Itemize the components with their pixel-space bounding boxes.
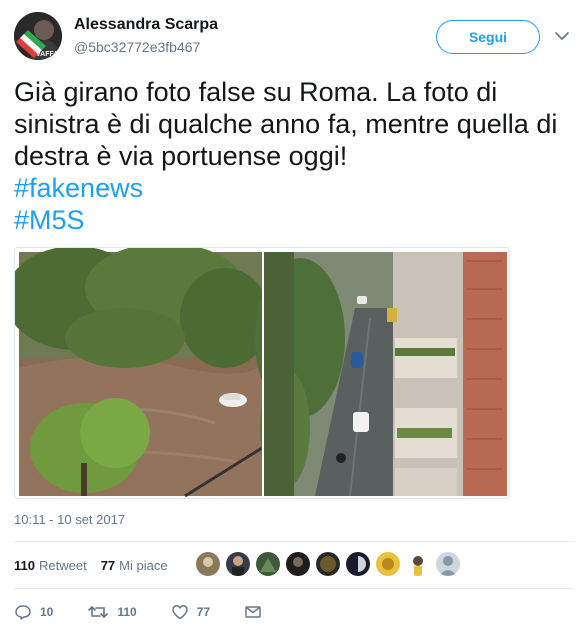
tweet-text-line: sinistra è di qualche anno fa, mentre qu… [14,109,558,139]
media-photo-left[interactable] [15,248,270,498]
reply-button[interactable]: 10 [14,603,53,621]
liker-avatar[interactable] [256,552,280,576]
heart-icon [171,605,188,620]
tweet-actions: 10 110 77 [14,600,296,624]
liker-avatar[interactable] [286,552,310,576]
like-stat-label: Mi piace [119,557,168,573]
liker-avatar[interactable] [346,552,370,576]
divider [14,541,574,542]
liker-avatar[interactable] [196,552,220,576]
avatar-caption: VAFFA [36,51,58,58]
envelope-icon [245,606,261,618]
tweet-header: VAFFA Alessandra Scarpa @5bc32772e3fb467… [14,12,574,62]
tweet-stats: 110 Retweet 77 Mi piace [14,556,182,574]
tweet-text-line: Già girano foto false su Roma. La foto d… [14,77,498,107]
liker-avatar[interactable] [436,552,460,576]
like-stat-count: 77 [100,557,116,573]
liker-avatar[interactable] [376,552,400,576]
avatar[interactable]: VAFFA [14,12,62,60]
like-count: 77 [196,605,211,619]
tweet-text-line: destra è via portuense oggi! [14,141,348,171]
chevron-down-icon[interactable] [552,26,572,46]
retweet-stat-label: Retweet [38,557,87,573]
liker-avatar[interactable] [406,552,430,576]
tweet-timestamp[interactable]: 10:11 - 10 set 2017 [14,512,125,527]
follow-button[interactable]: Segui [436,20,540,54]
divider [14,588,574,589]
retweet-count: 110 [117,605,137,619]
retweet-icon [88,606,109,618]
likers-avatars [196,552,466,576]
reply-count: 10 [40,605,54,619]
like-stat[interactable]: 77 Mi piace [101,558,168,573]
liker-avatar[interactable] [316,552,340,576]
tweet-text: Già girano foto false su Roma. La foto d… [14,76,574,236]
liker-avatar[interactable] [226,552,250,576]
retweet-stat-count: 110 [14,557,35,573]
direct-message-button[interactable] [244,603,262,621]
tweet-media[interactable] [14,247,510,499]
display-name[interactable]: Alessandra Scarpa [74,16,218,34]
retweet-stat[interactable]: 110 Retweet [14,558,87,573]
reply-icon [15,605,31,620]
media-photo-right[interactable] [255,252,507,497]
like-button[interactable]: 77 [171,603,210,621]
hashtag-link[interactable]: #fakenews [14,172,574,204]
retweet-button[interactable]: 110 [87,603,137,621]
user-handle[interactable]: @5bc32772e3fb467 [74,39,200,55]
hashtag-link[interactable]: #M5S [14,204,574,236]
